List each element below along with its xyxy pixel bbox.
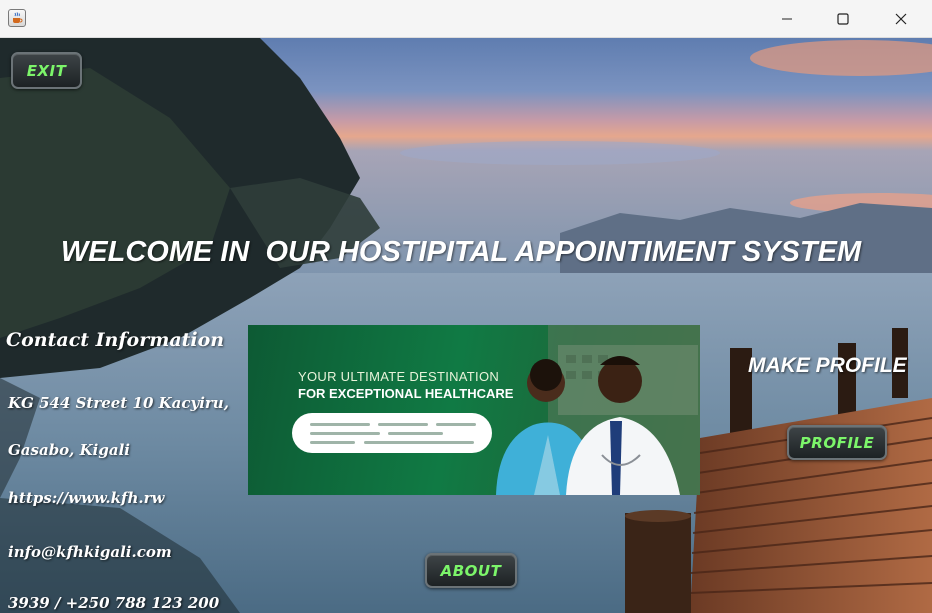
- contact-info-title: Contact Information: [6, 329, 225, 351]
- maximize-icon: [837, 12, 849, 25]
- java-cup-icon[interactable]: [8, 9, 26, 27]
- close-icon: [895, 13, 907, 24]
- contact-address-line2: Gasabo, Kigali: [8, 441, 130, 459]
- maximize-button[interactable]: [820, 0, 866, 37]
- banner-headline-line2: FOR EXCEPTIONAL HEALTHCARE: [298, 386, 514, 401]
- banner-artwork: [496, 325, 700, 495]
- banner-contact-card: [292, 413, 492, 453]
- minimize-button[interactable]: [764, 0, 810, 37]
- close-button[interactable]: [878, 0, 924, 37]
- contact-address-line1: KG 544 Street 10 Kacyiru,: [8, 394, 229, 412]
- profile-button[interactable]: PROFILE: [787, 425, 887, 460]
- about-button[interactable]: ABOUT: [425, 553, 517, 588]
- minimize-icon: [782, 18, 792, 19]
- exit-button[interactable]: EXIT: [11, 52, 82, 89]
- welcome-heading: WELCOME IN OUR HOSTIPITAL APPOINTIMENT S…: [60, 236, 862, 268]
- app-window: EXIT WELCOME IN OUR HOSTIPITAL APPOINTIM…: [0, 0, 932, 613]
- make-profile-label: MAKE PROFILE: [748, 354, 907, 377]
- banner-headline-line1: YOUR ULTIMATE DESTINATION: [298, 369, 500, 384]
- contact-website: https://www.kfh.rw: [8, 489, 165, 507]
- contact-email: info@kfhkigali.com: [8, 543, 172, 561]
- main-panel: EXIT WELCOME IN OUR HOSTIPITAL APPOINTIM…: [0, 38, 932, 613]
- contact-phone: 3939 / +250 788 123 200: [8, 594, 220, 612]
- hospital-banner-image: YOUR ULTIMATE DESTINATION FOR EXCEPTIONA…: [248, 325, 700, 495]
- title-bar: [0, 0, 932, 38]
